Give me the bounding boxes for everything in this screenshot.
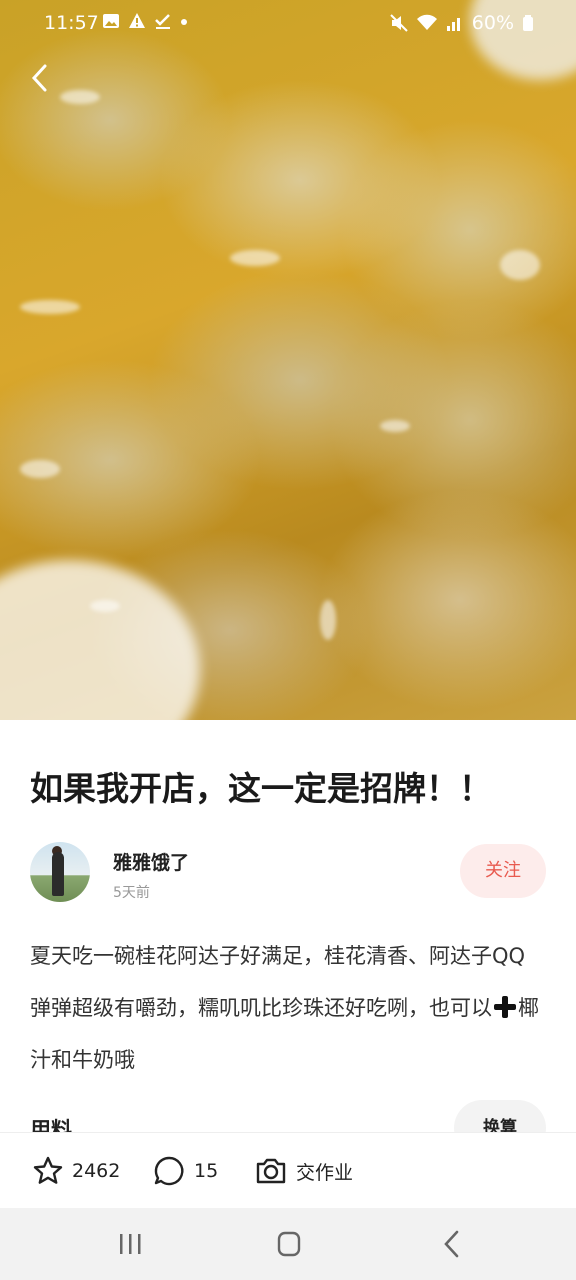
hero-image	[0, 0, 576, 720]
comment-button[interactable]: 15	[152, 1133, 218, 1209]
status-bar: 11:57 60%	[0, 0, 576, 48]
bowl-rim	[0, 560, 200, 720]
highlight	[60, 90, 100, 104]
homework-label: 交作业	[296, 1161, 354, 1184]
highlight	[20, 460, 60, 478]
avatar[interactable]	[30, 842, 90, 902]
dot-icon	[181, 19, 187, 25]
nav-back-icon	[444, 1230, 459, 1258]
home-button[interactable]	[268, 1226, 308, 1262]
download-done-icon	[155, 14, 170, 29]
highlight	[500, 250, 540, 280]
highlight	[90, 600, 120, 612]
recent-apps-button[interactable]	[110, 1226, 150, 1262]
warning-icon	[129, 13, 145, 28]
homework-button[interactable]: 交作业	[254, 1133, 353, 1209]
comment-count: 15	[194, 1160, 219, 1182]
home-icon	[277, 1231, 301, 1257]
status-notification-icons	[102, 12, 188, 30]
recent-apps-icon	[120, 1234, 141, 1254]
avatar-figure	[52, 852, 64, 896]
favorite-count: 2462	[72, 1160, 121, 1182]
follow-button[interactable]: 关注	[460, 844, 546, 898]
wifi-icon	[416, 14, 437, 30]
chevron-left-icon	[31, 64, 47, 92]
star-icon	[33, 1156, 63, 1184]
image-icon	[103, 14, 119, 28]
back-button[interactable]	[28, 62, 58, 102]
post-description: 夏天吃一碗桂花阿达子好满足，桂花清香、阿达子QQ弹弹超级有嚼劲，糯叽叽比珍珠还好…	[30, 930, 546, 1086]
plus-icon	[494, 996, 516, 1018]
author-name[interactable]: 雅雅饿了	[113, 848, 189, 875]
highlight	[230, 250, 280, 266]
mute-icon	[390, 14, 408, 32]
battery-icon	[523, 15, 533, 31]
nav-back-button[interactable]	[430, 1226, 470, 1262]
status-time: 11:57	[44, 12, 99, 34]
comment-icon	[154, 1156, 184, 1186]
camera-icon	[256, 1158, 286, 1184]
highlight	[380, 420, 410, 432]
post-time: 5天前	[113, 885, 150, 901]
highlight	[20, 300, 80, 314]
description-text: 夏天吃一碗桂花阿达子好满足，桂花清香、阿达子QQ弹弹超级有嚼劲，糯叽叽比珍珠还好…	[30, 944, 526, 1020]
battery-level: 60%	[471, 12, 514, 34]
bottom-action-bar: 2462 15 交作业	[0, 1132, 576, 1209]
favorite-button[interactable]: 2462	[32, 1133, 120, 1209]
highlight	[320, 600, 336, 640]
signal-icon	[446, 18, 460, 31]
post-title: 如果我开店，这一定是招牌！！	[30, 769, 492, 808]
status-system-icons: 60%	[390, 12, 534, 34]
author-row: 雅雅饿了 5天前 关注	[30, 842, 546, 902]
system-nav-bar	[0, 1208, 576, 1280]
